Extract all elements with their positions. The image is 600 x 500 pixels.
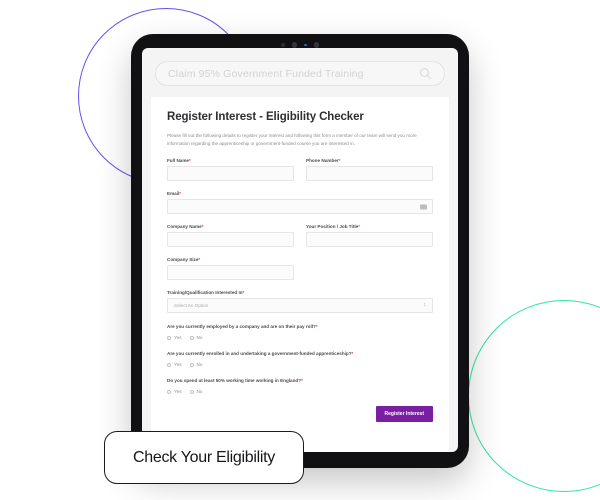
search-icon[interactable]: [419, 67, 432, 80]
required-marker: *: [301, 378, 303, 384]
search-bar[interactable]: Claim 95% Government Funded Training: [155, 61, 445, 86]
camera-lens-icon: [291, 42, 297, 48]
phone-number-input[interactable]: [306, 166, 433, 182]
field-job-title: Your Position / Job Title*: [306, 224, 433, 248]
check-eligibility-callout[interactable]: Check Your Eligibility: [104, 431, 304, 484]
field-company-name: Company Name*: [167, 224, 294, 248]
radio-group: Yes No: [167, 362, 433, 367]
sensor-dot-icon: [281, 43, 285, 47]
field-full-name: Full Name*: [167, 158, 294, 182]
field-label: Training/Qualification Interested In*: [167, 290, 245, 296]
question-england-working-time: Do you spend at least 50% working time w…: [167, 378, 433, 394]
radio-group: Yes No: [167, 389, 433, 394]
field-row: Full Name* Phone Number*: [167, 158, 433, 182]
radio-option-no[interactable]: No: [189, 389, 203, 395]
radio-button-icon[interactable]: [189, 389, 194, 394]
envelope-icon: [420, 204, 427, 210]
eligibility-form-card: Register Interest - Eligibility Checker …: [151, 97, 449, 452]
required-marker: *: [358, 224, 360, 230]
radio-option-no[interactable]: No: [189, 335, 203, 341]
radio-option-yes[interactable]: Yes: [167, 389, 182, 394]
question-existing-apprenticeship: Are you currently enrolled in and undert…: [167, 351, 433, 367]
select-selected-value: Select An Option: [174, 303, 209, 309]
radio-option-label: No: [196, 335, 203, 341]
radio-button-icon[interactable]: [167, 362, 171, 367]
full-name-input[interactable]: [167, 166, 294, 182]
radio-option-yes[interactable]: Yes: [167, 335, 182, 340]
radio-option-label: Yes: [174, 362, 182, 368]
required-marker: *: [242, 290, 245, 296]
field-label: Full Name*: [167, 158, 191, 164]
required-marker: *: [188, 158, 191, 164]
radio-button-icon[interactable]: [189, 335, 194, 340]
radio-button-icon[interactable]: [167, 335, 171, 340]
radio-button-icon[interactable]: [167, 389, 171, 394]
field-row: Company Name* Your Position / Job Title*: [167, 224, 433, 248]
field-label: Email*: [167, 191, 182, 197]
radio-option-label: No: [196, 389, 203, 395]
required-marker: *: [351, 351, 354, 357]
tablet-screen: Claim 95% Government Funded Training Reg…: [142, 48, 458, 452]
field-company-size: Company Size*: [167, 257, 294, 281]
email-input[interactable]: [167, 199, 433, 215]
required-marker: *: [315, 324, 318, 330]
field-label: Your Position / Job Title*: [306, 224, 360, 230]
chevron-updown-icon[interactable]: ↕: [424, 303, 427, 308]
required-marker: *: [338, 158, 341, 164]
form-intro-text: Please fill out the following details to…: [167, 133, 417, 147]
radio-button-icon[interactable]: [189, 362, 194, 367]
submit-row: Register Interest: [167, 406, 433, 423]
search-input[interactable]: Claim 95% Government Funded Training: [168, 68, 419, 80]
company-name-input[interactable]: [167, 232, 294, 248]
job-title-input[interactable]: [306, 232, 433, 248]
required-marker: *: [179, 191, 182, 197]
required-marker: *: [198, 257, 201, 263]
radio-option-label: Yes: [174, 389, 182, 395]
field-phone-number: Phone Number*: [306, 158, 433, 182]
training-qualification-select[interactable]: Select An Option ↕: [167, 298, 433, 314]
question-employed-payroll: Are you currently employed by a company …: [167, 324, 433, 340]
tablet-device-frame: Claim 95% Government Funded Training Reg…: [131, 34, 469, 468]
field-spacer: [306, 257, 433, 280]
field-row: Training/Qualification Interested In* Se…: [167, 290, 433, 314]
radio-option-no[interactable]: No: [189, 362, 203, 368]
register-interest-button[interactable]: Register Interest: [375, 406, 433, 423]
field-training-qualification: Training/Qualification Interested In* Se…: [167, 290, 433, 314]
decorative-circle-green: [468, 300, 600, 492]
field-email: Email*: [167, 191, 433, 215]
required-marker: *: [201, 224, 204, 230]
question-label: Are you currently enrolled in and undert…: [167, 351, 354, 357]
field-label: Company Name*: [167, 224, 204, 230]
radio-option-label: No: [196, 362, 203, 368]
radio-group: Yes No: [167, 335, 433, 340]
field-row: Company Size*: [167, 257, 433, 281]
field-row: Email*: [167, 191, 433, 215]
page-title: Register Interest - Eligibility Checker: [167, 111, 364, 123]
company-size-input[interactable]: [167, 265, 294, 281]
callout-label: Check Your Eligibility: [133, 448, 275, 466]
question-label: Do you spend at least 50% working time w…: [167, 378, 303, 384]
field-label: Company Size*: [167, 257, 201, 263]
field-label: Phone Number*: [306, 158, 341, 164]
radio-option-label: Yes: [174, 335, 182, 341]
radio-option-yes[interactable]: Yes: [167, 362, 182, 367]
indicator-light-icon: [304, 43, 307, 47]
sensor-dot-icon: [313, 42, 319, 48]
question-label: Are you currently employed by a company …: [167, 324, 318, 330]
